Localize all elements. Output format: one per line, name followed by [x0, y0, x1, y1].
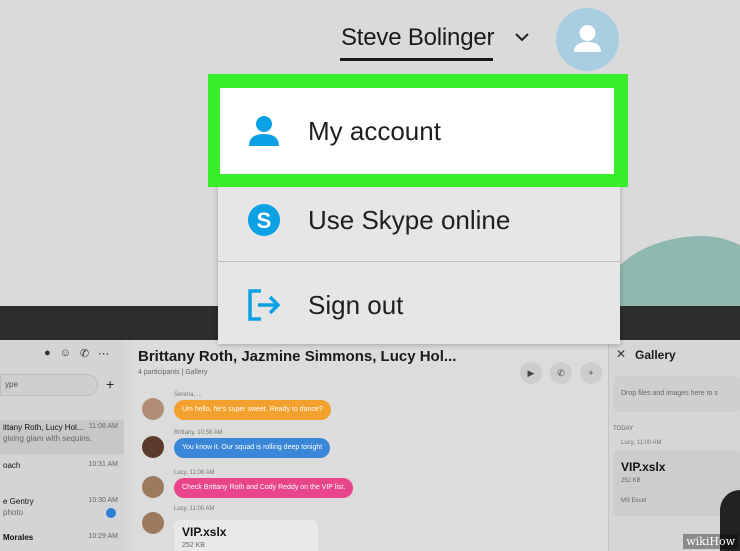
message-meta: Lucy, 11:08 AM [174, 470, 215, 476]
new-chat-icon[interactable]: + [106, 376, 114, 392]
notifications-icon[interactable]: ● [44, 347, 51, 360]
watermark: wikiHow [683, 534, 738, 549]
search-input[interactable]: ype [0, 374, 98, 396]
message-meta: Serena, ... [174, 392, 202, 398]
more-icon[interactable]: ⋯ [98, 347, 109, 360]
conversation-time: 10:29 AM [88, 533, 118, 540]
message-bubble: Check Brittany Roth and Cody Reddy on th… [174, 478, 354, 498]
conversation-name: e Gentry [3, 497, 34, 506]
user-name-underline [340, 58, 493, 61]
contacts-icon[interactable]: ☺ [60, 347, 71, 360]
drop-zone[interactable]: Drop files and images here to s [613, 376, 740, 412]
audio-call-icon[interactable]: ✆ [550, 362, 572, 384]
message-bubble: Um hello, he's super sweet. Ready to dan… [174, 400, 331, 420]
skype-app-background: ● ☺ ✆ ⋯ ype + ittany Roth, Lucy Hol... g… [0, 340, 740, 551]
section-label: TODAY [613, 426, 634, 432]
message-bubble: You know it. Our squad is rolling deep t… [174, 438, 331, 458]
menu-item-label: Use Skype online [308, 204, 511, 235]
list-item[interactable]: e Gentry photo 10:30 AM [0, 494, 124, 528]
avatar [142, 476, 164, 498]
file-meta: Lucy, 11:00 AM [621, 440, 662, 446]
avatar [142, 398, 164, 420]
chat-subtitle: 4 participants | Gallery [138, 369, 208, 376]
gallery-title: Gallery [635, 348, 676, 362]
avatar[interactable] [556, 8, 619, 71]
chat-title: Brittany Roth, Jazmine Simmons, Lucy Hol… [138, 348, 457, 365]
menu-item-use-skype-online[interactable]: S Use Skype online [218, 178, 620, 262]
conversation-preview: giving glam with sequins. [3, 434, 92, 443]
message-meta: Brittany, 10:58 AM [174, 430, 223, 436]
user-icon [574, 25, 601, 52]
conversation-name: oach [3, 461, 21, 470]
conversation-time: 10:30 AM [88, 497, 118, 504]
video-call-icon[interactable]: ▶ [520, 362, 542, 384]
sidebar: ● ☺ ✆ ⋯ ype + ittany Roth, Lucy Hol... g… [0, 340, 124, 551]
conversation-time: 11:08 AM [88, 423, 118, 430]
message-meta: Lucy, 11:00 AM [174, 506, 215, 512]
file-size: 252 KB [182, 542, 205, 549]
unread-badge [106, 508, 116, 518]
avatar [142, 512, 164, 534]
file-type: MS Excel [621, 498, 647, 504]
person-icon [249, 116, 279, 146]
conversation-name: ittany Roth, Lucy Hol... [3, 423, 84, 432]
file-attachment[interactable]: VIP.xslx 252 KB [174, 520, 318, 551]
menu-item-my-account[interactable]: My account [220, 88, 614, 174]
list-item[interactable]: oach 10:31 AM [0, 458, 124, 492]
sign-out-icon [248, 289, 281, 321]
call-icon[interactable]: ✆ [80, 347, 89, 360]
menu-item-sign-out[interactable]: Sign out [218, 266, 620, 344]
menu-item-label: My account [308, 115, 441, 146]
chat-pane: Brittany Roth, Jazmine Simmons, Lucy Hol… [132, 340, 610, 551]
menu-item-label: Sign out [308, 289, 404, 320]
sidebar-toolbar: ● ☺ ✆ ⋯ [44, 347, 109, 360]
user-name-button[interactable]: Steve Bolinger [341, 24, 494, 52]
svg-text:S: S [257, 208, 272, 233]
add-participant-icon[interactable]: + [580, 362, 602, 384]
file-name: VIP.xslx [182, 525, 227, 539]
chat-actions: ▶ ✆ + [520, 362, 602, 384]
list-item[interactable]: ittany Roth, Lucy Hol... giving glam wit… [0, 420, 124, 454]
list-item[interactable]: Morales 10:29 AM [0, 530, 124, 551]
divider [218, 261, 620, 262]
conversation-time: 10:31 AM [88, 461, 118, 468]
close-icon[interactable]: ✕ [616, 347, 626, 361]
file-name: VIP.xslx [621, 460, 666, 474]
file-size: 252 KB [621, 478, 641, 484]
conversation-preview: photo [3, 508, 24, 517]
avatar [142, 436, 164, 458]
skype-icon: S [248, 204, 280, 236]
conversation-name: Morales [3, 533, 34, 542]
chevron-down-icon[interactable] [513, 28, 531, 46]
